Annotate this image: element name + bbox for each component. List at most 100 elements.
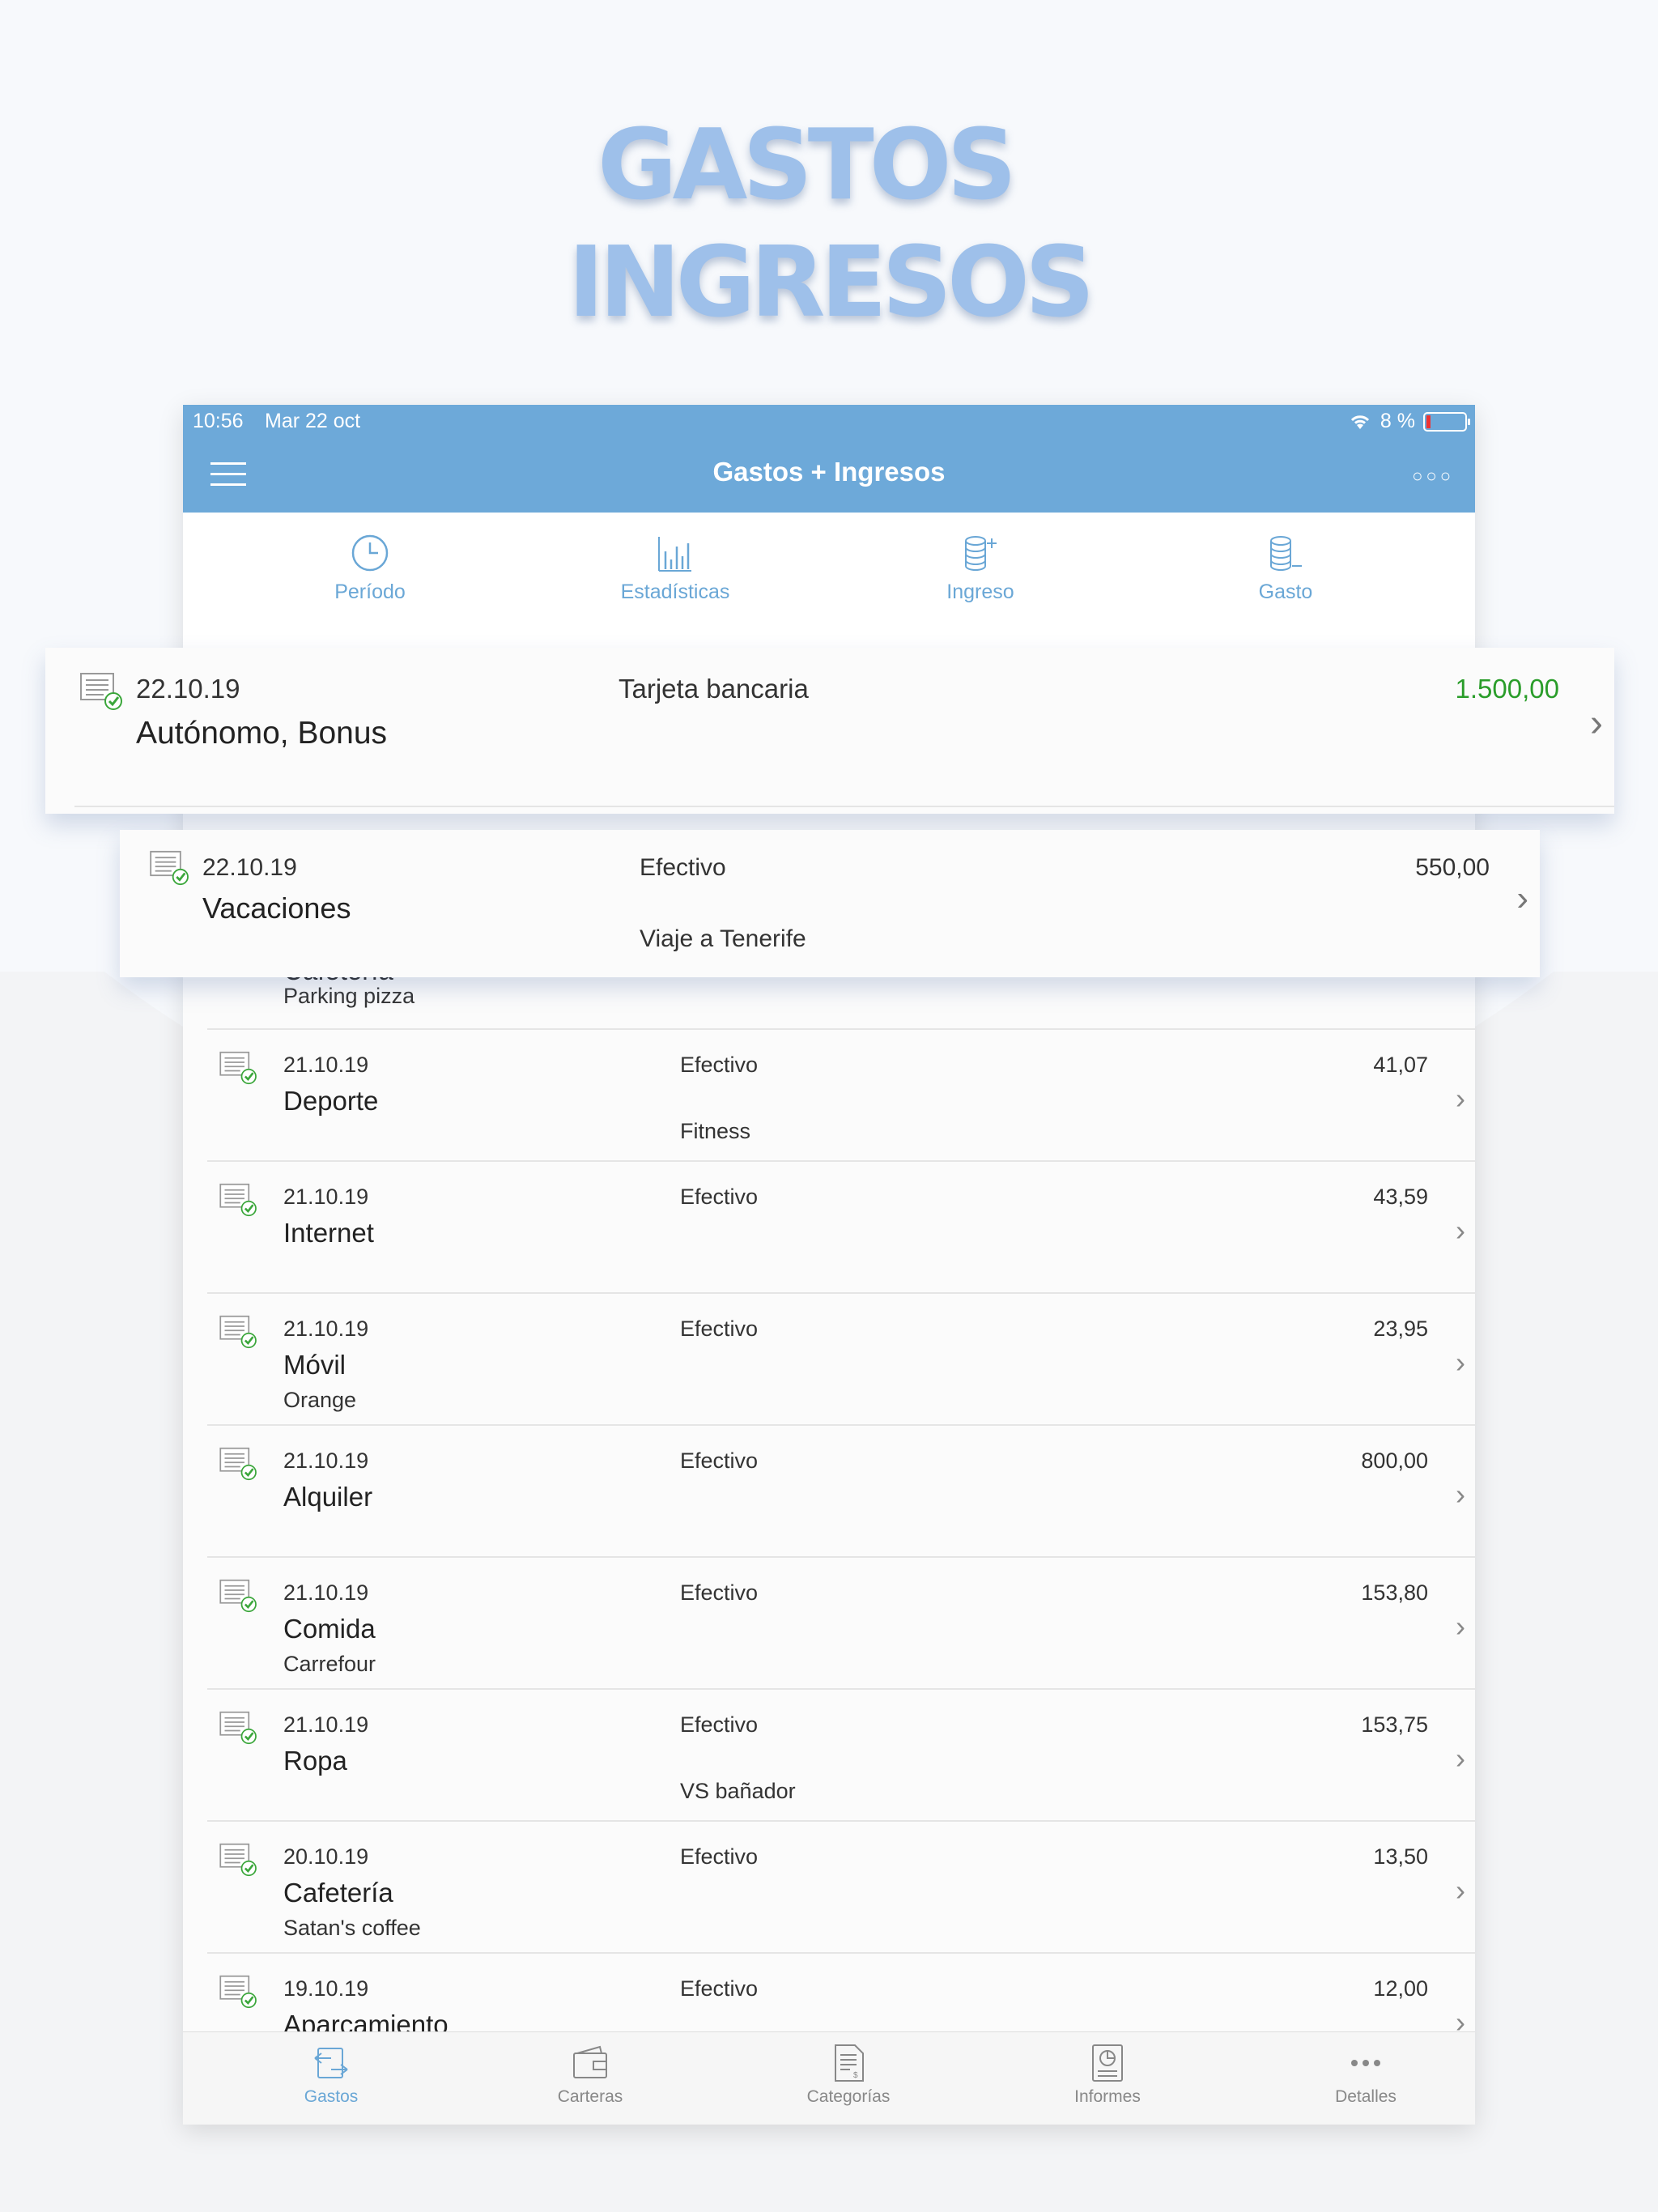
row-date: 21.10.19 [283,1448,369,1473]
more-options-icon[interactable]: ○○○ [1412,466,1454,487]
tab-bar: Gastos Carteras $ Categorías Informes Detalle… [183,2031,1475,2125]
row-subcategory: Orange [283,1388,357,1412]
row-date: 21.10.19 [283,1712,369,1737]
row-account: Efectivo [680,1317,759,1341]
row-category: Alquiler [283,1482,373,1512]
row-date: 21.10.19 [283,1053,369,1077]
tab-informes[interactable]: Informes [1027,2044,1188,2107]
action-toolbar: Período Estadísticas Ingreso Gasto [183,513,1475,650]
list-item[interactable]: 21.10.19 Alquiler Efectivo 800,00 › [207,1426,1475,1558]
row-amount: 13,50 [1373,1844,1428,1869]
tab-label: Categorías [806,2087,891,2106]
row-subcategory: Satan's coffee [283,1916,421,1940]
row-category: Ropa [283,1746,347,1776]
bar-chart-icon [658,537,691,572]
chevron-right-icon: › [1590,702,1603,745]
status-indicators: 8 % [1348,410,1470,433]
row-amount: 43,59 [1373,1185,1428,1209]
list-item[interactable]: 21.10.19 Deporte Efectivo Fitness 41,07 › [207,1030,1475,1162]
chevron-right-icon: › [1456,1346,1465,1379]
receipt-check-icon [219,1315,257,1349]
chevron-right-icon: › [1456,1742,1465,1775]
list-item[interactable]: 20.10.19 Cafetería Satan's coffee Efectivo 1… [207,1822,1475,1954]
expense-label: Gasto [1258,581,1313,603]
wifi-icon [1350,415,1369,429]
coins-plus-icon [965,536,997,571]
row-amount: 800,00 [1361,1448,1428,1473]
receipt-check-icon [219,1975,257,2009]
row-category: Cafetería [283,1878,393,1908]
svg-text:$: $ [853,2071,858,2080]
transaction-list: Cafetería Parking pizza › 21.10.19 Deport… [183,949,1475,2086]
battery-icon [1423,411,1470,432]
row-date: 21.10.19 [283,1317,369,1341]
row-amount: 153,75 [1361,1712,1428,1737]
row-amount: 23,95 [1373,1317,1428,1341]
clock-icon [351,534,389,572]
row-amount: 1.500,00 [1455,674,1559,704]
row-category: Vacaciones [202,891,351,925]
row-account: Efectivo [680,1580,759,1605]
period-label: Período [334,581,406,603]
list-item[interactable]: 21.10.19 Internet Efectivo 43,59 › [207,1162,1475,1294]
row-subcategory: Carrefour [283,1652,376,1676]
row-account: Tarjeta bancaria [619,674,809,704]
wallet-icon [573,2045,607,2078]
row-note: VS bañador [680,1779,796,1803]
row-date: 19.10.19 [283,1976,369,2001]
receipt-check-icon [150,850,189,886]
row-account: Efectivo [680,1976,759,2001]
report-icon [1092,2044,1123,2082]
receipt-check-icon [219,1843,257,1877]
transactions-icon [314,2048,348,2078]
tab-categorías[interactable]: $ Categorías [767,2044,929,2107]
statistics-button[interactable]: Estadísticas [578,534,772,604]
list-item[interactable]: 21.10.19 Móvil Orange Efectivo 23,95 › [207,1294,1475,1426]
tab-detalles[interactable]: Detalles [1285,2044,1447,2107]
tab-gastos[interactable]: Gastos [250,2044,412,2107]
chevron-right-icon: › [1456,1214,1465,1247]
row-note: Viaje a Tenerife [640,925,806,952]
tab-label: Carteras [557,2087,623,2106]
chevron-right-icon: › [1516,878,1528,918]
row-category: Comida [283,1614,376,1644]
chevron-right-icon: › [1456,1082,1465,1115]
row-amount: 550,00 [1415,854,1490,881]
receipt-check-icon [219,1447,257,1481]
row-date: 21.10.19 [283,1580,369,1605]
highlighted-expense-row[interactable]: 22.10.19 Vacaciones Efectivo Viaje a Ten… [120,830,1540,977]
status-date: Mar 22 oct [265,410,361,432]
row-account: Efectivo [680,1844,759,1869]
receipt-check-icon [219,1579,257,1613]
divider [74,806,1614,807]
document-icon: $ [835,2044,864,2082]
highlighted-income-row[interactable]: 22.10.19 Autónomo, Bonus Tarjeta bancari… [45,648,1614,814]
app-title: Gastos + Ingresos [712,457,946,487]
app-header: 10:56 Mar 22 oct 8 % Gastos + Ingresos ○… [183,405,1475,513]
status-time: 10:56 [193,410,244,432]
receipt-check-icon [219,1183,257,1217]
receipt-check-icon [219,1711,257,1745]
row-account: Efectivo [680,1053,759,1077]
chevron-right-icon: › [1456,1874,1465,1907]
tab-label: Gastos [304,2087,359,2106]
tab-carteras[interactable]: Carteras [509,2044,671,2107]
row-note: Fitness [680,1119,751,1143]
list-item[interactable]: 21.10.19 Comida Carrefour Efectivo 153,80 › [207,1558,1475,1690]
list-item[interactable]: 21.10.19 Ropa Efectivo VS bañador 153,75 › [207,1690,1475,1822]
row-date: 22.10.19 [136,674,240,704]
row-account: Efectivo [680,1448,759,1473]
income-button[interactable]: Ingreso [883,534,1078,604]
row-subcategory: Parking pizza [283,984,415,1008]
row-amount: 12,00 [1373,1976,1428,2001]
receipt-check-icon [219,1051,257,1085]
tab-label: Informes [1074,2087,1141,2106]
coins-minus-icon [1270,536,1302,571]
expense-button[interactable]: Gasto [1188,534,1383,604]
period-button[interactable]: Período [273,534,467,604]
row-amount: 41,07 [1373,1053,1428,1077]
row-date: 22.10.19 [202,854,297,881]
row-category: Autónomo, Bonus [136,716,388,751]
headline-gastos: GASTOS [597,109,1017,222]
headline-ingresos: INGRESOS [568,227,1095,339]
